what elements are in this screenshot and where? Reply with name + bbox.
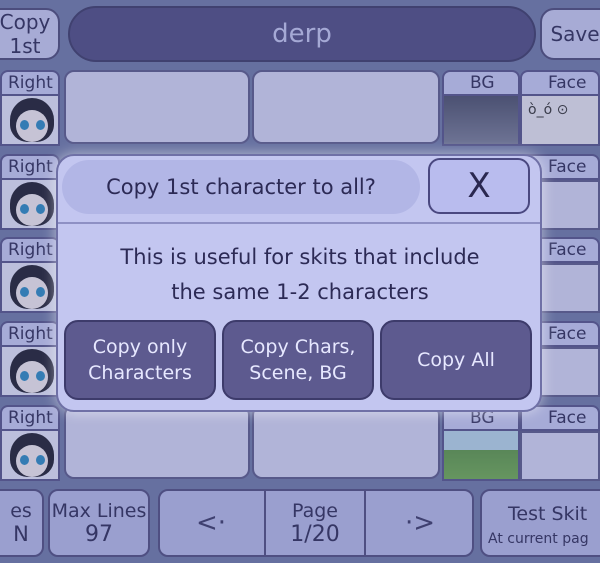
dialog-message-line-2: the same 1-2 characters bbox=[171, 280, 429, 304]
close-button[interactable]: X bbox=[428, 158, 530, 214]
dialog-message: This is useful for skits that include th… bbox=[70, 240, 530, 310]
dialog-message-line-1: This is useful for skits that include bbox=[120, 245, 480, 269]
close-icon: X bbox=[467, 166, 491, 206]
copy-only-line-2: Characters bbox=[88, 362, 192, 384]
copy-only-characters-button[interactable]: Copy only Characters bbox=[64, 320, 216, 400]
dialog-divider bbox=[58, 222, 540, 224]
copy-all-button[interactable]: Copy All bbox=[380, 320, 532, 400]
copy-all-label: Copy All bbox=[417, 349, 495, 371]
copy-chars-scene-bg-button[interactable]: Copy Chars, Scene, BG bbox=[222, 320, 374, 400]
dialog-title-pill: Copy 1st character to all? bbox=[62, 160, 420, 214]
copy-only-line-1: Copy only bbox=[92, 336, 188, 358]
copy-chars-line-1: Copy Chars, bbox=[240, 336, 356, 358]
dialog-title: Copy 1st character to all? bbox=[106, 175, 376, 199]
copy-chars-line-2: Scene, BG bbox=[249, 362, 347, 384]
